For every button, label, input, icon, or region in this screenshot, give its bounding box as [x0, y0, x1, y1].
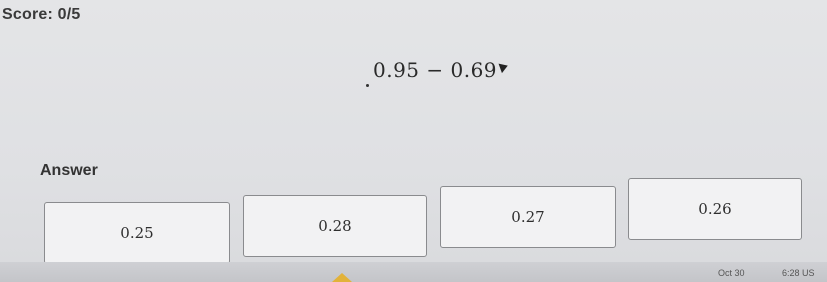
answer-choice-button[interactable]: 0.28 — [243, 195, 427, 257]
answer-choice-text: 0.28 — [318, 217, 352, 235]
answer-choice-text: 0.27 — [511, 208, 545, 226]
dot-marker — [366, 84, 369, 87]
answer-choice-button[interactable]: 0.25 — [44, 202, 230, 264]
quiz-screen: Score: 0/5 0.95 − 0.69 Answer 0.25 0.28 … — [0, 0, 827, 282]
problem-expression: 0.95 − 0.69 — [373, 58, 498, 82]
drive-icon[interactable] — [332, 273, 352, 282]
problem-area: 0.95 − 0.69 — [366, 58, 510, 87]
answer-choice-button[interactable]: 0.26 — [628, 178, 802, 240]
taskbar: Oct 30 6:28 US — [0, 262, 827, 282]
taskbar-date[interactable]: Oct 30 — [718, 268, 745, 278]
answer-choice-button[interactable]: 0.27 — [440, 186, 616, 248]
answer-choice-text: 0.26 — [698, 200, 732, 218]
answer-label: Answer — [40, 162, 98, 179]
taskbar-time[interactable]: 6:28 US — [782, 268, 815, 278]
score-display: Score: 0/5 — [2, 6, 81, 23]
mouse-cursor-icon — [498, 60, 510, 74]
answer-choice-text: 0.25 — [120, 224, 154, 242]
